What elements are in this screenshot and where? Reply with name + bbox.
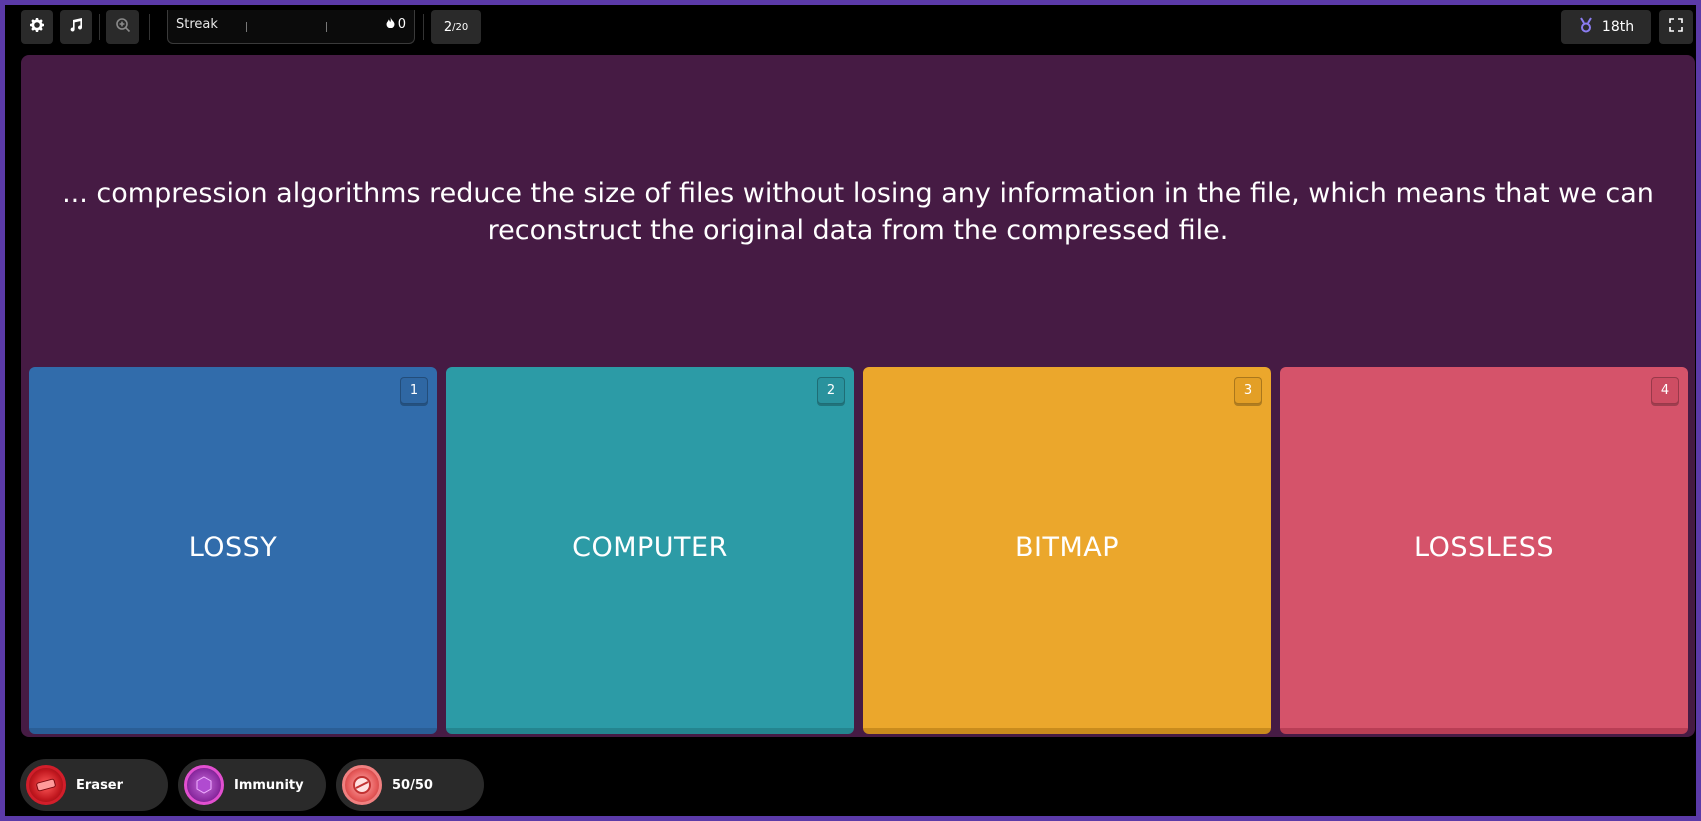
quiz-frame: Streak 0 2/20 18th ... compression algor… (0, 0, 1701, 821)
divider (99, 14, 100, 40)
eraser-icon (26, 765, 66, 805)
fifty-fifty-icon (342, 765, 382, 805)
option-number: 2 (817, 377, 845, 404)
streak-label: Streak (176, 17, 218, 32)
powerup-immunity[interactable]: Immunity (178, 759, 326, 811)
answer-option-3[interactable]: 3 BITMAP (863, 367, 1271, 734)
powerup-label: Immunity (234, 777, 304, 793)
answer-option-1[interactable]: 1 LOSSY (29, 367, 437, 734)
music-icon (68, 17, 84, 37)
fullscreen-icon (1668, 17, 1684, 37)
powerup-eraser[interactable]: Eraser (20, 759, 168, 811)
powerup-label: 50/50 (392, 777, 433, 793)
settings-button[interactable] (21, 10, 53, 44)
powerup-label: Eraser (76, 777, 124, 793)
divider (149, 14, 150, 40)
gear-icon (29, 17, 45, 37)
question-total: /20 (452, 21, 469, 33)
option-label: COMPUTER (572, 532, 728, 563)
answer-option-2[interactable]: 2 COMPUTER (446, 367, 854, 734)
question-panel: ... compression algorithms reduce the si… (21, 55, 1695, 737)
fullscreen-button[interactable] (1659, 10, 1693, 44)
powerup-fifty-fifty[interactable]: 50/50 (336, 759, 484, 811)
medal-icon (1578, 17, 1594, 37)
option-number: 3 (1234, 377, 1262, 404)
top-bar: Streak 0 2/20 18th (15, 10, 1693, 46)
immunity-icon (184, 765, 224, 805)
leaderboard-rank[interactable]: 18th (1561, 10, 1651, 44)
streak-count: 0 (386, 17, 406, 32)
question-counter: 2/20 (431, 10, 481, 44)
question-text: ... compression algorithms reduce the si… (62, 178, 1654, 246)
zoom-button[interactable] (106, 10, 139, 44)
flame-icon (386, 17, 395, 32)
streak-tick (326, 22, 327, 32)
zoom-in-icon (115, 17, 131, 37)
music-button[interactable] (60, 10, 92, 44)
answer-option-4[interactable]: 4 LOSSLESS (1280, 367, 1688, 734)
option-number: 4 (1651, 377, 1679, 404)
rank-value: 18th (1601, 19, 1635, 35)
option-label: LOSSLESS (1414, 532, 1554, 563)
streak-value: 0 (397, 17, 406, 32)
option-label: LOSSY (188, 532, 278, 563)
option-label: BITMAP (1014, 532, 1120, 563)
streak-meter: Streak 0 (167, 10, 415, 44)
question-current: 2 (443, 19, 453, 35)
option-number: 1 (400, 377, 428, 404)
divider (423, 14, 424, 40)
streak-tick (246, 22, 247, 32)
